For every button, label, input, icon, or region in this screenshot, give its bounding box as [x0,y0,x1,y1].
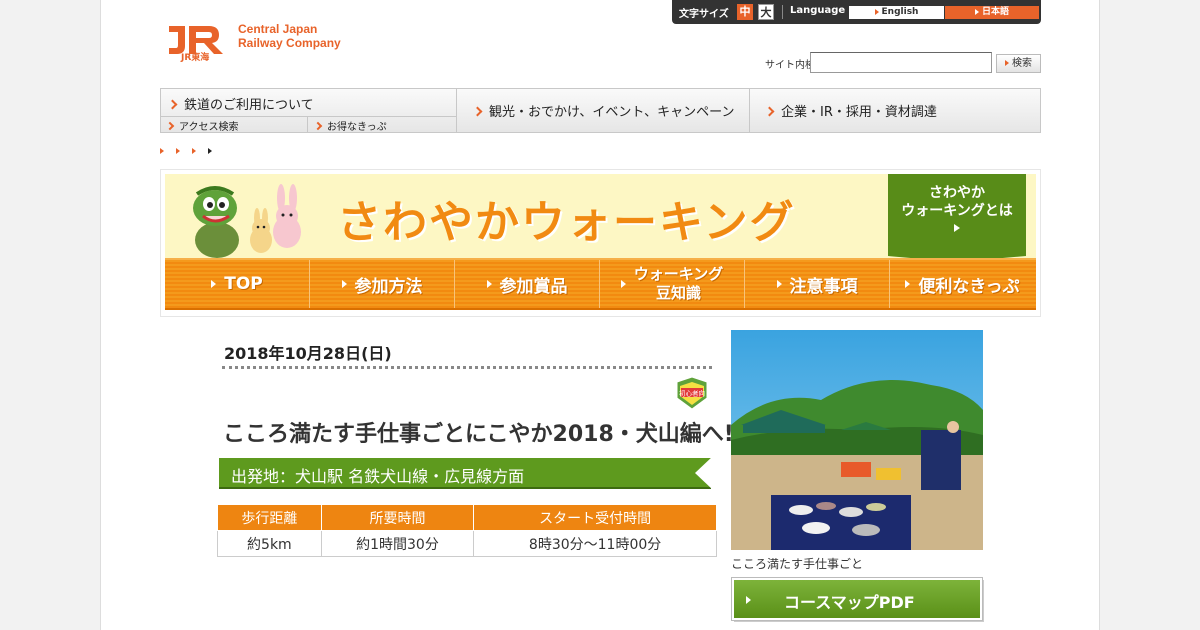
font-size-label: 文字サイズ [679,9,729,20]
beginner-badge-label: 初心者向 [679,389,705,398]
arrow-right-icon [620,280,626,288]
nav-tourism-label: 観光・おでかけ、イベント、キャンペーン [489,105,735,120]
global-nav: 鉄道のご利用について アクセス検索 お得なきっぷ 観光・おでかけ、イベント、キャ… [160,88,1041,133]
table-header-distance: 歩行距離 [217,504,322,531]
arrow-right-icon [486,280,492,288]
arrow-right-icon [776,280,782,288]
table-header-row: 歩行距離 所要時間 スタート受付時間 [217,504,717,531]
about-walking-line1: さわやか [929,185,985,201]
about-walking-button[interactable]: さわやか ウォーキングとは [888,174,1026,256]
nav-rail-usage-label: 鉄道のご利用について [184,98,314,113]
photo-caption: こころ満たす手仕事ごと [731,557,864,571]
tab-walking-tips-label: ウォーキング 豆知識 [634,265,724,303]
breadcrumb-item[interactable] [176,148,180,154]
nav-access-search[interactable]: アクセス検索 [161,117,308,133]
about-walking-line2: ウォーキングとは [901,203,1013,219]
tab-tickets[interactable]: 便利なきっぷ [890,260,1035,308]
arrow-right-icon [874,8,879,15]
company-name-line2: Railway Company [238,36,341,50]
font-size-medium-button[interactable]: 中 [737,4,753,20]
event-title: こころ満たす手仕事ごとにこやか2018・犬山編へ! [223,422,734,447]
nav-discount-tickets[interactable]: お得なきっぷ [309,117,457,133]
breadcrumb-item[interactable] [192,148,196,154]
table-cell-reception: 8時30分～11時00分 [473,530,717,557]
tab-walking-tips-line1: ウォーキング [633,265,724,283]
nav-discount-tickets-label: お得なきっぷ [327,122,387,133]
table-header-duration: 所要時間 [320,504,475,531]
tab-how-to-join-label: 参加方法 [354,276,423,297]
language-label: Language [790,5,846,16]
language-english-button[interactable]: English [849,6,944,19]
chevron-right-icon [313,121,323,131]
arrow-right-icon [974,8,979,15]
event-date: 2018年10月28日(日) [224,344,392,363]
course-map-pdf-button[interactable]: コースマップPDF [731,577,983,621]
event-info-table: 歩行距離 所要時間 スタート受付時間 約5km 約1時間30分 8時30分～11… [217,504,717,557]
tab-notes[interactable]: 注意事項 [745,260,890,308]
nav-corporate-label: 企業・IR・採用・資材調達 [781,105,937,120]
course-start-bar: 出発地：犬山駅 名鉄犬山線・広見線方面 [219,458,711,489]
walking-tabs: TOP 参加方法 参加賞品 ウォーキング 豆知識 注意事項 便利なきっぷ [165,258,1036,310]
nav-corporate[interactable]: 企業・IR・採用・資材調達 [750,89,1040,132]
nav-tourism[interactable]: 観光・おでかけ、イベント、キャンペーン [458,89,750,132]
company-name-line1: Central Japan [238,22,318,36]
banner-title: さわやかウォーキング [337,197,796,248]
walking-banner: さわやかウォーキング さわやか ウォーキングとは TOP 参加方法 参加賞品 ウ… [160,169,1041,317]
chevron-right-icon [764,106,775,117]
table-header-reception: スタート受付時間 [473,504,717,531]
page: JR東海 Central Japan Railway Company 文字サイズ… [100,0,1100,630]
arrow-right-icon [211,280,217,288]
breadcrumb-current [208,148,212,154]
utility-divider [782,5,783,19]
tab-top[interactable]: TOP [165,260,310,308]
banner-header: さわやかウォーキング さわやか ウォーキングとは [165,174,1036,262]
tab-walking-tips[interactable]: ウォーキング 豆知識 [600,260,745,308]
breadcrumb-item[interactable] [160,148,164,154]
tab-tickets-label: 便利なきっぷ [918,276,1020,297]
course-map-pdf-label: コースマップPDF [784,593,915,612]
site-search-input[interactable] [810,52,992,73]
course-bar-notch [695,456,713,490]
search-button[interactable]: 検索 [996,54,1041,73]
font-size-large-button[interactable]: 大 [758,4,774,20]
utility-bar: 文字サイズ 中 大 Language English 日本語 [672,0,1041,24]
nav-access-search-label: アクセス検索 [179,122,239,133]
tab-notes-label: 注意事項 [789,276,858,297]
logo-subtext: JR東海 [181,53,210,63]
dotted-divider [222,366,712,369]
arrow-right-icon [954,224,960,232]
tab-top-label: TOP [224,274,263,294]
mascot-illustration [193,184,301,258]
arrow-right-icon [905,280,911,288]
table-cell-duration: 約1時間30分 [320,530,475,557]
company-name: Central Japan Railway Company [238,22,341,50]
arrow-right-icon [746,596,751,604]
beginner-badge-icon: 初心者向 [676,376,708,410]
tab-walking-tips-line2: 豆知識 [655,284,701,302]
tab-prizes[interactable]: 参加賞品 [455,260,600,308]
tab-prizes-label: 参加賞品 [499,276,568,297]
event-photo [731,330,983,550]
language-japanese-button[interactable]: 日本語 [945,6,1039,19]
language-english-label: English [881,7,919,17]
table-cell-distance: 約5km [217,530,322,557]
arrow-right-icon [341,280,347,288]
table-row: 約5km 約1時間30分 8時30分～11時00分 [217,530,717,557]
chevron-right-icon [167,99,178,110]
chevron-right-icon [472,106,483,117]
chevron-right-icon [165,121,175,131]
nav-rail-group: 鉄道のご利用について アクセス検索 お得なきっぷ [161,89,457,133]
language-japanese-label: 日本語 [981,7,1009,17]
tab-how-to-join[interactable]: 参加方法 [310,260,455,308]
nav-rail-usage[interactable]: 鉄道のご利用について [161,89,457,117]
